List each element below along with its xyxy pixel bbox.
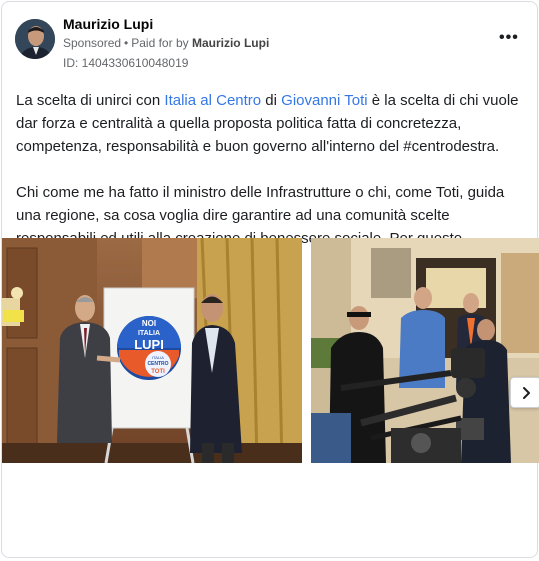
more-options-button[interactable]: ••• (499, 29, 521, 48)
poster-text-lupi: LUPI (134, 337, 164, 352)
sponsored-label: Sponsored (63, 36, 122, 50)
more-horizontal-icon: ••• (499, 29, 519, 46)
sponsored-line: Sponsored • Paid for by Maurizio Lupi (63, 36, 270, 50)
poster-text-italia: ITALIA (138, 330, 160, 337)
carousel-image-2[interactable] (311, 238, 539, 463)
carousel-next-button[interactable] (510, 377, 539, 408)
avatar[interactable] (15, 19, 55, 59)
carousel-image-1[interactable]: NOI ITALIA LUPI ITALIA CENTRO TOTI (2, 238, 302, 463)
poster-text-centro: CENTRO (147, 361, 168, 367)
paid-for-prefix: Paid for by (131, 36, 189, 50)
link-giovanni-toti[interactable]: Giovanni Toti (281, 92, 367, 109)
ad-card: Maurizio Lupi Sponsored • Paid for by Maur… (1, 1, 539, 558)
poster-text-toti: TOTI (151, 369, 165, 375)
poster-text-noi: NOI (142, 319, 156, 328)
paragraph-1: La scelta di unirci con Italia al Centro… (16, 92, 519, 155)
page-name[interactable]: Maurizio Lupi (63, 16, 153, 32)
poster-text-italia-2: ITALIA (152, 355, 164, 360)
link-italia-al-centro[interactable]: Italia al Centro (164, 92, 261, 109)
library-id: ID: 1404330610048019 (63, 56, 189, 70)
image-carousel: NOI ITALIA LUPI ITALIA CENTRO TOTI (2, 238, 539, 463)
chevron-right-icon (522, 386, 530, 399)
paid-for-name: Maurizio Lupi (191, 36, 270, 50)
